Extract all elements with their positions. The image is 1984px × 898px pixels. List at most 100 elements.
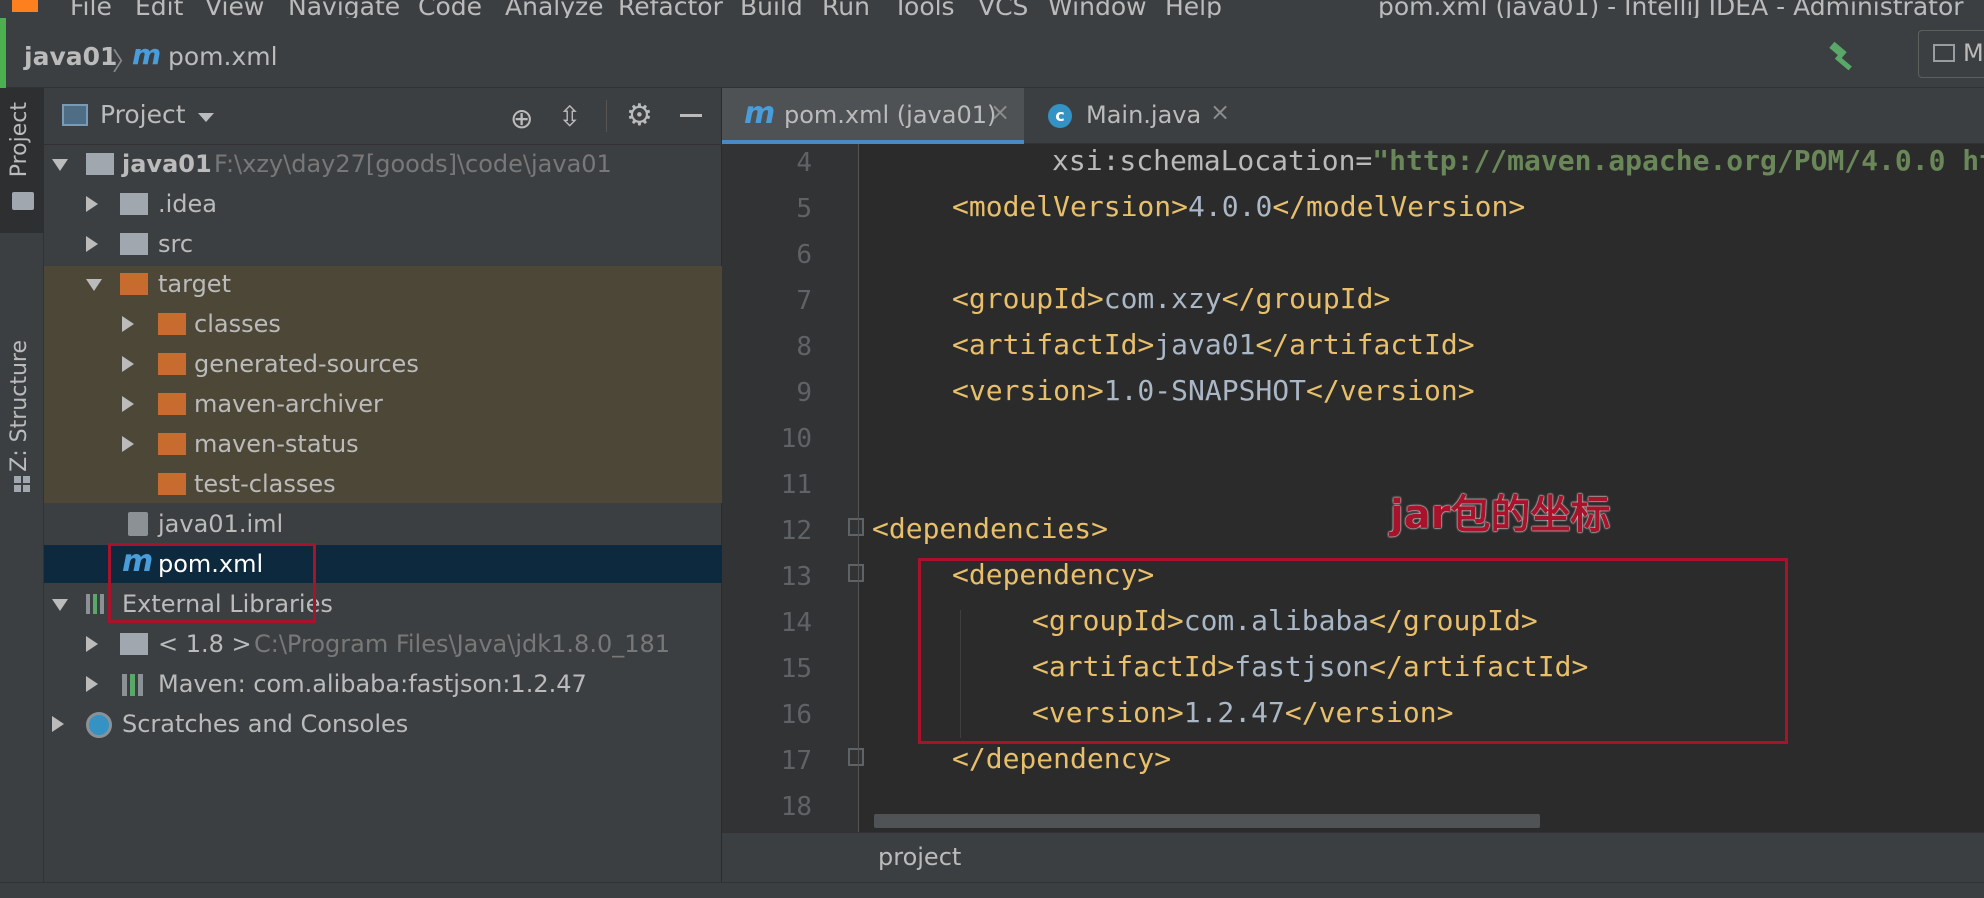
collapse-all-icon[interactable]: ⇳ bbox=[558, 100, 581, 133]
tree-label: target bbox=[158, 270, 231, 298]
tree-row-src[interactable]: src bbox=[44, 224, 722, 264]
project-panel-header: Project ⊕ ⇳ ⚙ bbox=[44, 88, 722, 145]
tree-row-maven-archiver[interactable]: maven-archiver bbox=[44, 384, 722, 424]
menu-file[interactable]: File bbox=[70, 0, 112, 18]
fold-end-icon[interactable] bbox=[848, 748, 864, 766]
horizontal-scrollbar-thumb[interactable] bbox=[874, 814, 1540, 828]
xml-tag: <version> bbox=[952, 374, 1104, 407]
tab-pom-xml[interactable]: m pom.xml (java01) × bbox=[722, 88, 1024, 144]
tree-row-target[interactable]: target bbox=[44, 264, 722, 304]
menu-edit[interactable]: Edit bbox=[135, 0, 183, 18]
fold-icon[interactable] bbox=[848, 564, 864, 582]
menu-navigate[interactable]: Navigate bbox=[288, 0, 400, 18]
jdk-folder-icon bbox=[120, 633, 148, 655]
breadcrumb-file[interactable]: pom.xml bbox=[168, 42, 278, 71]
tree-row-idea[interactable]: .idea bbox=[44, 184, 722, 224]
maven-file-icon: m bbox=[744, 96, 776, 131]
code-line-8: <artifactId>java01</artifactId> bbox=[952, 328, 1475, 361]
structure-tool-tab[interactable]: Z: Structure bbox=[0, 248, 44, 508]
project-tool-tab[interactable]: Project bbox=[0, 88, 44, 233]
collapse-arrow-icon[interactable] bbox=[122, 396, 134, 412]
gear-icon[interactable]: ⚙ bbox=[626, 98, 653, 133]
tree-row-maven-fastjson[interactable]: Maven: com.alibaba:fastjson:1.2.47 bbox=[44, 664, 722, 704]
tree-row-test-classes[interactable]: test-classes bbox=[44, 464, 722, 504]
close-icon[interactable]: × bbox=[990, 98, 1010, 126]
locate-file-icon[interactable]: ⊕ bbox=[510, 102, 533, 135]
expand-arrow-icon[interactable] bbox=[52, 159, 68, 171]
breadcrumb-project[interactable]: java01 bbox=[24, 42, 117, 71]
tree-row-jdk[interactable]: < 1.8 > C:\Program Files\Java\jdk1.8.0_1… bbox=[44, 624, 722, 664]
status-stripe bbox=[0, 18, 6, 88]
tree-label: classes bbox=[194, 310, 281, 338]
line-number: 8 bbox=[796, 332, 812, 362]
module-folder-icon bbox=[86, 153, 114, 175]
collapse-arrow-icon[interactable] bbox=[86, 196, 98, 212]
tree-row-classes[interactable]: classes bbox=[44, 304, 722, 344]
collapse-arrow-icon[interactable] bbox=[122, 436, 134, 452]
xml-attribute-value: "http://maven.apache.org/POM/4.0.0 http:… bbox=[1372, 144, 1984, 177]
window-title: pom.xml (java01) - IntelliJ IDEA - Admin… bbox=[1378, 0, 1964, 18]
collapse-arrow-icon[interactable] bbox=[86, 676, 98, 692]
line-number: 16 bbox=[780, 700, 812, 730]
xml-tag: <groupId> bbox=[952, 282, 1104, 315]
iml-file-icon bbox=[128, 512, 148, 536]
close-icon[interactable]: × bbox=[1210, 98, 1230, 126]
chevron-down-icon[interactable] bbox=[198, 113, 214, 122]
folder-icon bbox=[120, 193, 148, 215]
menu-tools[interactable]: Tools bbox=[893, 0, 955, 18]
line-number: 13 bbox=[780, 562, 812, 592]
collapse-arrow-icon[interactable] bbox=[122, 316, 134, 332]
excluded-folder-icon bbox=[158, 433, 186, 455]
run-config-label: M bbox=[1963, 39, 1984, 67]
menu-refactor[interactable]: Refactor bbox=[618, 0, 723, 18]
collapse-arrow-icon[interactable] bbox=[52, 716, 64, 732]
tab-main-java[interactable]: c Main.java × bbox=[1024, 88, 1246, 144]
excluded-folder-icon bbox=[120, 273, 148, 295]
editor-breadcrumb[interactable]: project bbox=[878, 843, 961, 871]
expand-arrow-icon[interactable] bbox=[86, 279, 102, 291]
tree-row-maven-status[interactable]: maven-status bbox=[44, 424, 722, 464]
folder-icon bbox=[12, 192, 34, 210]
menu-view[interactable]: View bbox=[205, 0, 264, 18]
menu-code[interactable]: Code bbox=[418, 0, 482, 18]
tree-row-java01[interactable]: java01 F:\xzy\day27[goods]\code\java01 bbox=[44, 144, 722, 184]
hide-panel-icon[interactable] bbox=[680, 114, 702, 117]
run-config-select[interactable]: M bbox=[1918, 30, 1984, 78]
code-editor[interactable]: 4 5 6 7 8 9 10 11 12 13 14 15 16 17 18 x… bbox=[722, 144, 1984, 832]
xml-tag: <dependencies> bbox=[872, 512, 1109, 545]
status-bar bbox=[0, 882, 1984, 898]
line-number: 6 bbox=[796, 240, 812, 270]
build-hammer-icon[interactable] bbox=[1826, 40, 1860, 74]
tree-row-generated-sources[interactable]: generated-sources bbox=[44, 344, 722, 384]
project-panel: Project ⊕ ⇳ ⚙ java01 F:\xzy\day27[goods]… bbox=[44, 88, 722, 898]
xml-tag: <artifactId> bbox=[952, 328, 1155, 361]
menu-window[interactable]: Window bbox=[1048, 0, 1147, 18]
code-line-17: </dependency> bbox=[952, 742, 1171, 775]
expand-arrow-icon[interactable] bbox=[52, 599, 68, 611]
tree-label: generated-sources bbox=[194, 350, 419, 378]
menu-bar: File Edit View Navigate Code Analyze Ref… bbox=[0, 0, 1984, 18]
line-number: 18 bbox=[780, 792, 812, 822]
maven-file-icon: m bbox=[132, 38, 162, 71]
collapse-arrow-icon[interactable] bbox=[86, 636, 98, 652]
project-tool-tab-label: Project bbox=[7, 102, 32, 178]
menu-vcs[interactable]: VCS bbox=[978, 0, 1028, 18]
divider bbox=[606, 100, 607, 132]
tree-row-java01-iml[interactable]: java01.iml bbox=[44, 504, 722, 544]
menu-run[interactable]: Run bbox=[822, 0, 870, 18]
collapse-arrow-icon[interactable] bbox=[122, 356, 134, 372]
xml-text: com.xzy bbox=[1103, 282, 1222, 315]
tree-row-scratches[interactable]: Scratches and Consoles bbox=[44, 704, 722, 744]
xml-text: java01 bbox=[1154, 328, 1256, 361]
menu-analyze[interactable]: Analyze bbox=[505, 0, 604, 18]
menu-help[interactable]: Help bbox=[1165, 0, 1222, 18]
project-view-select[interactable]: Project bbox=[100, 100, 186, 129]
scratches-icon bbox=[86, 712, 112, 738]
tree-label: java01 bbox=[122, 150, 212, 178]
collapse-arrow-icon[interactable] bbox=[86, 236, 98, 252]
code-line-12: <dependencies> bbox=[872, 512, 1108, 545]
menu-build[interactable]: Build bbox=[740, 0, 803, 18]
fold-icon[interactable] bbox=[848, 518, 864, 536]
structure-icon bbox=[14, 476, 30, 492]
xml-tag: </groupId> bbox=[1221, 282, 1391, 315]
